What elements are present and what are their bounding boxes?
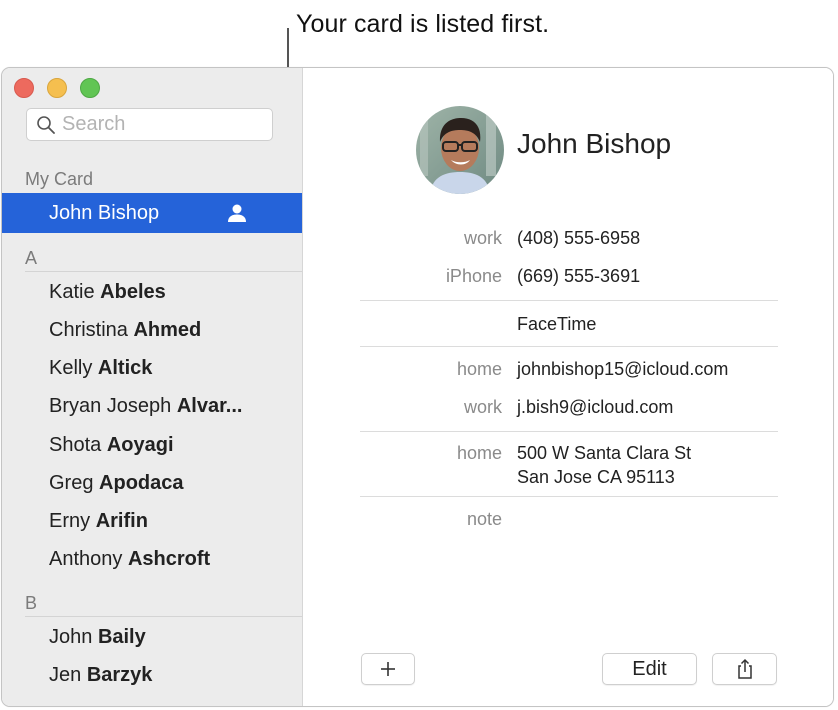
- last-name: Abeles: [100, 281, 166, 303]
- facetime-link[interactable]: FaceTime: [517, 312, 596, 336]
- zoom-button[interactable]: [80, 78, 100, 98]
- email-value[interactable]: johnbishop15@icloud.com: [517, 357, 728, 381]
- last-name: Aoyagi: [106, 434, 174, 456]
- phone-value[interactable]: (669) 555-3691: [517, 264, 640, 288]
- contact-item[interactable]: Greg Apodaca: [49, 472, 184, 495]
- last-name: Barzyk: [86, 664, 153, 686]
- search-field[interactable]: [26, 108, 273, 141]
- first-name: Jen: [49, 664, 82, 686]
- first-name: Shota: [49, 434, 102, 456]
- first-name: Anthony: [49, 548, 123, 570]
- person-icon: [228, 204, 246, 222]
- contact-item[interactable]: Kelly Altick: [49, 357, 152, 380]
- first-name: John: [49, 626, 93, 648]
- phone-value[interactable]: (408) 555-6958: [517, 226, 640, 250]
- divider: [360, 300, 778, 301]
- group-divider: [25, 616, 302, 617]
- last-name: Ahmed: [133, 319, 202, 341]
- traffic-lights: [14, 78, 100, 98]
- contact-item[interactable]: Erny Arifin: [49, 510, 148, 533]
- share-button[interactable]: [712, 653, 777, 685]
- address-label: home: [456, 443, 502, 463]
- contact-item[interactable]: Christina Ahmed: [49, 319, 201, 342]
- search-icon: [37, 115, 55, 134]
- share-icon: [737, 658, 752, 679]
- contact-item[interactable]: Bryan Joseph Alvar...: [49, 395, 242, 418]
- my-card-row[interactable]: John Bishop: [2, 193, 302, 233]
- address-line-1[interactable]: 500 W Santa Clara St: [517, 441, 691, 465]
- contact-item[interactable]: John Baily: [49, 626, 146, 649]
- search-input[interactable]: [62, 113, 262, 136]
- first-name: Greg: [49, 472, 94, 494]
- first-name: Erny: [49, 510, 91, 532]
- divider: [360, 431, 778, 432]
- minimize-button[interactable]: [47, 78, 67, 98]
- callout-text: Your card is listed first.: [296, 10, 550, 38]
- email-label: home: [456, 359, 502, 379]
- close-button[interactable]: [14, 78, 34, 98]
- last-name: Apodaca: [99, 472, 184, 494]
- last-name: Arifin: [95, 510, 148, 532]
- email-value[interactable]: j.bish9@icloud.com: [517, 395, 673, 419]
- add-contact-button[interactable]: [361, 653, 415, 685]
- contact-detail: John Bishop work (408) 555-6958 iPhone (…: [304, 68, 833, 706]
- last-name: Altick: [97, 357, 153, 379]
- phone-label: iPhone: [445, 266, 502, 286]
- phone-label: work: [463, 228, 502, 248]
- address-line-2[interactable]: San Jose CA 95113: [517, 465, 675, 489]
- divider: [360, 496, 778, 497]
- first-name: Kelly: [49, 357, 93, 379]
- last-name: Alvar...: [176, 395, 243, 417]
- contact-item[interactable]: Katie Abeles: [49, 281, 166, 304]
- contacts-window: My Card John Bishop A Katie Abeles Chris…: [1, 67, 834, 707]
- divider: [360, 346, 778, 347]
- last-name: Baily: [97, 626, 146, 648]
- last-name: Ashcroft: [127, 548, 211, 570]
- first-name: Bryan Joseph: [49, 395, 172, 417]
- group-header-b: B: [25, 593, 38, 613]
- contact-item[interactable]: Jen Barzyk: [49, 664, 152, 687]
- my-card-header: My Card: [25, 169, 94, 189]
- edit-button[interactable]: Edit: [602, 653, 697, 685]
- first-name: Christina: [49, 319, 128, 341]
- email-label: work: [463, 397, 502, 417]
- avatar: [416, 106, 504, 194]
- note-field[interactable]: [517, 507, 777, 531]
- contact-item[interactable]: Anthony Ashcroft: [49, 548, 210, 571]
- avatar-photo: [416, 106, 504, 194]
- group-divider: [25, 271, 302, 272]
- card-name: John Bishop: [517, 128, 672, 159]
- sidebar: My Card John Bishop A Katie Abeles Chris…: [2, 68, 303, 706]
- contact-item[interactable]: Shota Aoyagi: [49, 434, 174, 457]
- note-label: note: [466, 509, 502, 529]
- plus-icon: [381, 662, 395, 676]
- my-card-name: John Bishop: [49, 201, 160, 224]
- group-header-a: A: [25, 248, 38, 268]
- first-name: Katie: [49, 281, 95, 303]
